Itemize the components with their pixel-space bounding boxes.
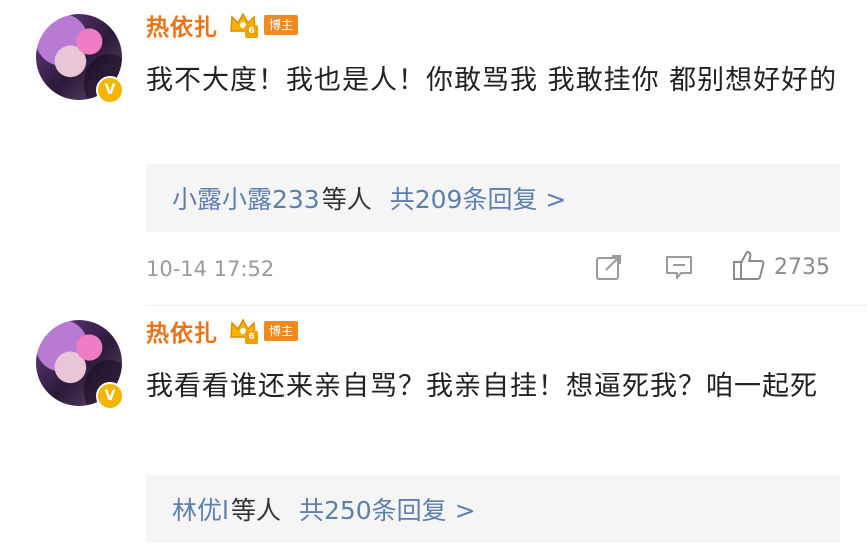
crown-icon: 6 [228, 317, 258, 345]
reply-users[interactable]: 林优l [172, 491, 229, 527]
avatar[interactable]: V [36, 14, 124, 104]
verified-badge: V [96, 76, 124, 104]
comment-icon [664, 252, 694, 286]
level-number: 6 [245, 331, 258, 344]
reply-mid-text: 等人 [321, 185, 372, 214]
comment-text: 我看看谁还来亲自骂？我亲自挂！想逼死我？咱一起死 [146, 371, 818, 402]
reply-mid-text: 等人 [230, 496, 281, 525]
share-button[interactable] [594, 254, 624, 284]
reply-total-link[interactable]: 共250条回复 > [299, 491, 476, 527]
author-name[interactable]: 热依扎 [146, 8, 218, 42]
reply-total-link[interactable]: 共209条回复 > [390, 180, 567, 216]
avatar[interactable]: V [36, 320, 124, 410]
share-icon [594, 252, 624, 286]
reply-users[interactable]: 小露小露233 [172, 180, 320, 216]
comment-button[interactable] [664, 254, 694, 284]
like-count: 2735 [774, 254, 830, 280]
like-icon [732, 249, 766, 285]
host-badge: 博主 [264, 321, 299, 341]
reply-summary[interactable]: 小露小露233 等人 共209条回复 > [146, 164, 840, 232]
author-row: 热依扎 6 博主 [146, 314, 299, 348]
level-number: 6 [245, 25, 258, 38]
comment-item: V 热依扎 6 博主 我不大度！我也是人！你敢骂我 我敢挂你 都别想好好的 小露… [0, 0, 867, 305]
comment-text: 我不大度！我也是人！你敢骂我 我敢挂你 都别想好好的 [146, 65, 838, 96]
author-row: 热依扎 6 博主 [146, 8, 299, 42]
crown-icon: 6 [228, 11, 258, 39]
like-button[interactable]: 2735 [732, 249, 830, 285]
author-name[interactable]: 热依扎 [146, 314, 218, 348]
reply-summary[interactable]: 林优l 等人 共250条回复 > [146, 475, 840, 543]
verified-badge: V [96, 382, 124, 410]
host-badge: 博主 [264, 15, 299, 35]
comment-item: V 热依扎 6 博主 我看看谁还来亲自骂？我亲自挂！想逼死我？咱一起死 林优l … [0, 306, 867, 553]
